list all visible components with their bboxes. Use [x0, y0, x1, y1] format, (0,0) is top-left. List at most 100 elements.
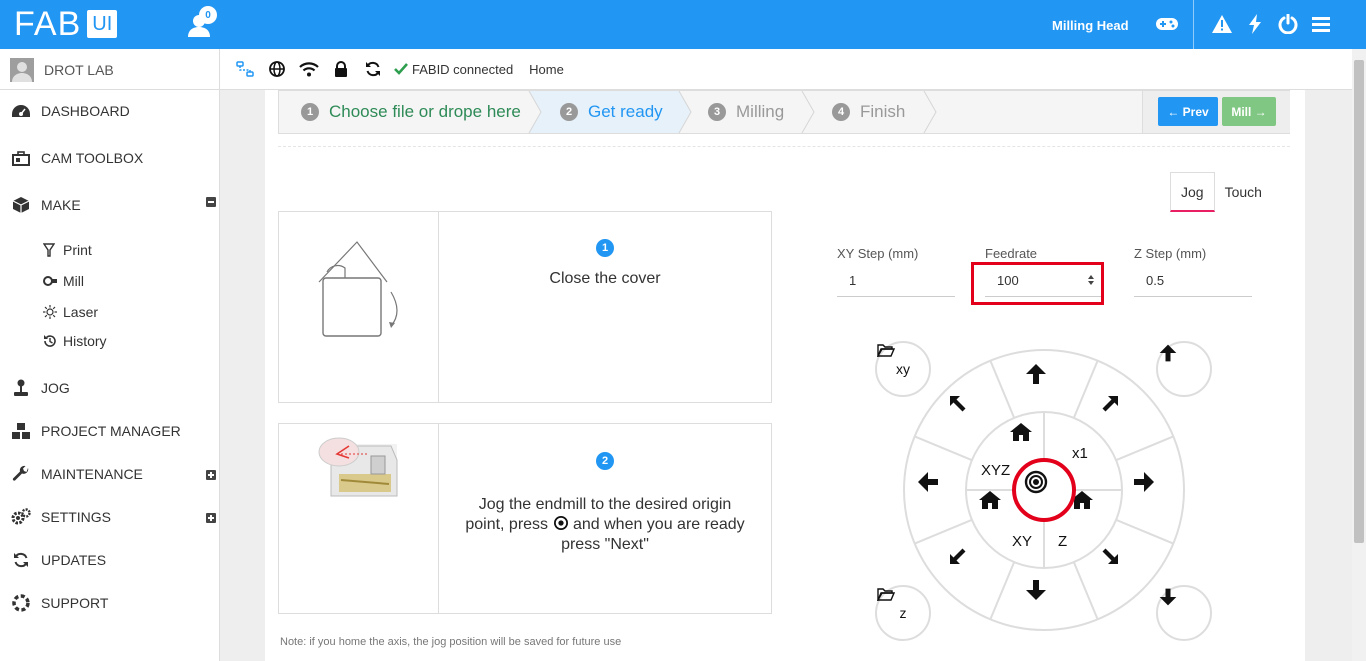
close-cover-illustration — [279, 212, 439, 402]
sidebar-item-make[interactable]: MAKE — [10, 195, 81, 215]
step-number: 3 — [708, 103, 726, 121]
sidebar-item-label: CAM TOOLBOX — [41, 150, 144, 166]
sidebar-item-history[interactable]: History — [43, 333, 107, 349]
z-step-input[interactable]: 0.5 — [1134, 271, 1252, 297]
home-icon — [979, 491, 1001, 509]
fabid-status: FABID connected — [394, 62, 513, 77]
lifebuoy-icon — [10, 593, 32, 613]
sidebar-item-project-manager[interactable]: PROJECT MANAGER — [10, 421, 181, 441]
jog-up-button[interactable] — [1024, 362, 1064, 402]
sidebar-item-jog[interactable]: JOG — [10, 378, 70, 398]
sidebar-item-cam-toolbox[interactable]: CAM TOOLBOX — [10, 148, 143, 168]
installed-head-label[interactable]: Milling Head — [1052, 18, 1129, 33]
jog-down-button[interactable] — [1024, 578, 1064, 618]
sidebar-item-settings[interactable]: SETTINGS — [10, 507, 111, 527]
toolbox-icon — [10, 148, 32, 168]
step-badge: 1 — [596, 239, 614, 257]
divider — [278, 146, 1290, 147]
tab-touch[interactable]: Touch — [1215, 172, 1272, 212]
jog-down-right-button[interactable] — [1100, 546, 1140, 586]
jog-text-part: point, press — [465, 516, 549, 533]
expand-icon[interactable] — [206, 513, 216, 523]
z-down-button[interactable] — [1156, 585, 1212, 641]
arrow-left-icon — [918, 472, 938, 492]
wizard-step-get-ready[interactable]: 2 Get ready — [560, 91, 663, 133]
sidebar-item-updates[interactable]: UPDATES — [10, 550, 106, 570]
sync-icon[interactable] — [362, 58, 384, 80]
arrow-left-icon: ← — [1167, 104, 1183, 119]
zero-xy-label: xy — [896, 361, 910, 377]
expand-icon[interactable] — [206, 470, 216, 480]
sidebar-item-dashboard[interactable]: DASHBOARD — [10, 101, 130, 121]
menu-icon[interactable] — [1310, 13, 1332, 35]
arrow-up-left-icon — [950, 396, 966, 412]
step-label: Choose file or drope here — [329, 102, 521, 121]
prev-button[interactable]: ← Prev — [1158, 97, 1218, 126]
collapse-icon[interactable] — [206, 197, 216, 207]
notification-badge: 0 — [199, 6, 217, 24]
step-label: Get ready — [588, 102, 663, 121]
jog-left-button[interactable] — [916, 470, 956, 510]
home-note: Note: if you home the axis, the jog posi… — [280, 636, 622, 648]
jog-tabs: Jog Touch — [1170, 172, 1272, 212]
tab-jog[interactable]: Jog — [1170, 172, 1215, 212]
sidebar-item-laser[interactable]: Laser — [43, 304, 98, 320]
arrow-right-icon: → — [1251, 104, 1267, 119]
lock-icon[interactable] — [330, 58, 352, 80]
highlight-circle — [1012, 458, 1076, 522]
arrow-up-right-icon — [1102, 396, 1118, 412]
jog-right-button[interactable] — [1132, 470, 1172, 510]
arrow-down-left-icon — [950, 548, 966, 564]
instruction-text-1: 1 Close the cover — [439, 212, 771, 402]
joystick-icon — [10, 378, 32, 398]
mill-button[interactable]: Mill → — [1222, 97, 1276, 126]
top-bar: FAB UI 0 Milling Head — [0, 0, 1366, 49]
wizard-step-choose-file[interactable]: 1 Choose file or drope here — [301, 91, 521, 133]
target-icon — [553, 516, 568, 530]
jog-controller: XYZ x1 XY Z xy z — [870, 340, 1220, 661]
jog-up-right-button[interactable] — [1100, 394, 1140, 434]
dashboard-icon — [10, 101, 32, 121]
wizard-steps: 1 Choose file or drope here 2 Get ready … — [278, 90, 1290, 134]
logo[interactable]: FAB UI — [14, 5, 118, 43]
arrow-down-right-icon — [1102, 548, 1118, 564]
sidebar-subitem-label: Print — [63, 242, 92, 258]
instruction-card-2: 2 Jog the endmill to the desired origin … — [278, 423, 772, 614]
user-profile[interactable]: DROT LAB — [0, 49, 220, 90]
xy-step-input[interactable]: 1 — [837, 271, 955, 297]
wizard-step-milling[interactable]: 3 Milling — [708, 91, 784, 133]
step-number: 1 — [301, 103, 319, 121]
globe-icon[interactable] — [266, 58, 288, 80]
status-bar: FABID connected Home — [234, 58, 564, 80]
sidebar-item-print[interactable]: Print — [43, 242, 92, 258]
warning-icon[interactable] — [1211, 13, 1233, 35]
zero-z-label: z — [899, 605, 907, 621]
zero-xy-button[interactable]: xy — [875, 341, 931, 397]
jog-down-left-button[interactable] — [948, 546, 988, 586]
logo-text: FAB — [14, 5, 82, 43]
home-xyz-button[interactable] — [1009, 422, 1049, 462]
z-step-label: Z Step (mm) — [1134, 246, 1207, 261]
feedrate-label: Feedrate — [985, 246, 1038, 261]
zero-z-button[interactable]: z — [875, 585, 931, 641]
sidebar-item-label: DASHBOARD — [41, 103, 130, 119]
bolt-icon[interactable] — [1244, 13, 1266, 35]
wifi-icon[interactable] — [298, 58, 320, 80]
z-up-button[interactable] — [1156, 341, 1212, 397]
gamepad-icon[interactable] — [1156, 13, 1178, 35]
sidebar-item-maintenance[interactable]: MAINTENANCE — [10, 464, 143, 484]
sidebar-item-support[interactable]: SUPPORT — [10, 593, 108, 613]
jog-up-left-button[interactable] — [948, 394, 988, 434]
sidebar-item-label: JOG — [41, 380, 70, 396]
wizard-step-finish[interactable]: 4 Finish — [832, 91, 905, 133]
scrollbar-thumb[interactable] — [1354, 60, 1364, 543]
fabid-label: FABID connected — [412, 61, 514, 77]
check-icon — [394, 63, 408, 75]
sidebar-item-mill[interactable]: Mill — [43, 273, 84, 289]
network-icon[interactable] — [234, 58, 256, 80]
xy-step-field: XY Step (mm) 1 — [837, 246, 955, 297]
breadcrumb[interactable]: Home — [529, 62, 564, 77]
cubes-icon — [10, 421, 32, 441]
power-icon[interactable] — [1277, 13, 1299, 35]
print-icon — [43, 243, 57, 257]
